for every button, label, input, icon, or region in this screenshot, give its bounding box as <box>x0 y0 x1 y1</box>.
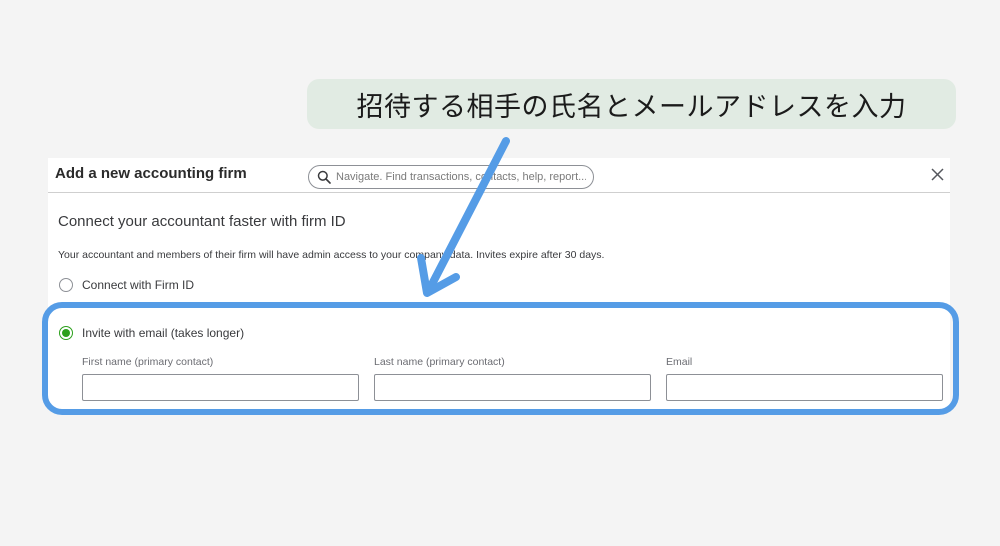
last-name-label: Last name (primary contact) <box>374 356 505 368</box>
search-icon <box>317 170 331 184</box>
invite-email-option[interactable]: Invite with email (takes longer) <box>59 326 244 340</box>
close-icon <box>930 167 944 181</box>
panel-title: Add a new accounting firm <box>55 165 247 182</box>
first-name-label: First name (primary contact) <box>82 356 214 368</box>
panel-header: Add a new accounting firm <box>48 158 950 193</box>
annotation-callout: 招待する相手の氏名とメールアドレスを入力 <box>307 79 956 129</box>
invite-email-label: Invite with email (takes longer) <box>82 326 245 340</box>
connect-firm-id-radio[interactable] <box>59 278 73 292</box>
navigate-search-box[interactable] <box>308 165 594 189</box>
email-label: Email <box>666 356 693 368</box>
last-name-field[interactable] <box>374 374 651 401</box>
first-name-field[interactable] <box>82 374 359 401</box>
connect-firm-id-label: Connect with Firm ID <box>82 278 195 292</box>
search-input[interactable] <box>331 171 586 183</box>
access-description: Your accountant and members of their fir… <box>58 249 605 261</box>
section-heading: Connect your accountant faster with firm… <box>58 213 346 230</box>
invite-email-radio[interactable] <box>59 326 73 340</box>
annotation-callout-text: 招待する相手の氏名とメールアドレスを入力 <box>356 91 907 123</box>
connect-firm-id-option[interactable]: Connect with Firm ID <box>59 278 194 292</box>
close-button[interactable] <box>928 165 946 183</box>
email-field[interactable] <box>666 374 943 401</box>
invite-email-section: Invite with email (takes longer) First n… <box>48 302 950 410</box>
